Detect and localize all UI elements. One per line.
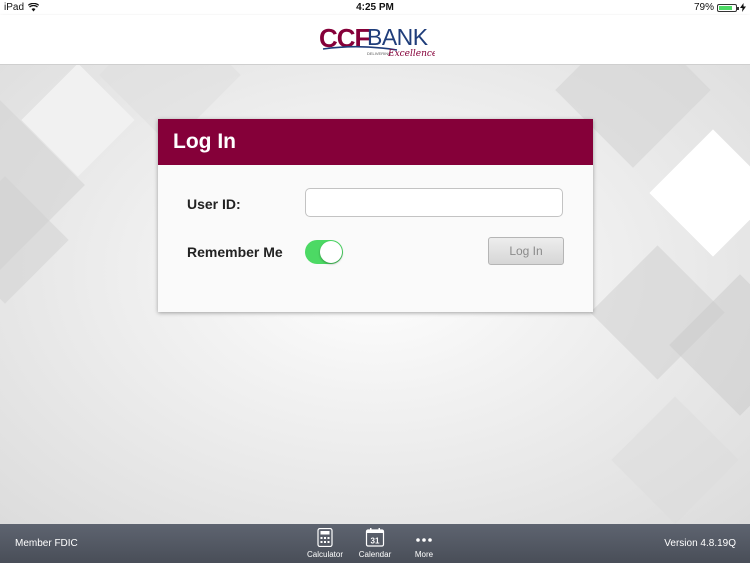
more-button[interactable]: More [401, 528, 447, 559]
ccf-bank-logo: CCF BANK DELIVERING Excellence [319, 23, 435, 59]
calendar-day: 31 [371, 537, 380, 546]
status-bar: iPad 4:25 PM 79% [0, 0, 750, 15]
bottom-toolbar: Member FDIC Calculator 31 Calendar More … [0, 524, 750, 563]
battery-icon [717, 3, 739, 12]
login-card: Log In User ID: Remember Me Log In [158, 119, 593, 312]
more-label: More [414, 550, 434, 559]
toggle-knob [320, 241, 342, 263]
user-id-label: User ID: [187, 196, 241, 212]
battery-fill [719, 5, 732, 10]
calculator-button[interactable]: Calculator [302, 527, 348, 559]
logo-tagline: Excellence [387, 49, 435, 59]
logo-bank: BANK [367, 24, 429, 50]
remember-me-label: Remember Me [187, 244, 283, 260]
battery-percent: 79% [693, 2, 714, 13]
charging-icon [740, 3, 746, 12]
version-label: Version 4.8.19Q [664, 538, 736, 549]
calendar-icon: 31 [365, 528, 385, 547]
calendar-button[interactable]: 31 Calendar [352, 528, 398, 559]
decor-diamond [649, 129, 750, 257]
calculator-icon [315, 527, 335, 548]
status-time: 4:25 PM [356, 2, 394, 13]
remember-me-toggle[interactable] [305, 240, 343, 264]
more-icon [414, 528, 434, 547]
login-button[interactable]: Log In [488, 237, 564, 265]
calculator-label: Calculator [306, 550, 343, 559]
login-card-title: Log In [158, 119, 593, 165]
app-header: CCF BANK DELIVERING Excellence [0, 15, 750, 65]
status-right: 79% [694, 2, 746, 13]
member-fdic-label: Member FDIC [15, 538, 78, 549]
user-id-input[interactable] [305, 188, 563, 217]
calendar-label: Calendar [358, 550, 392, 559]
decor-diamond [611, 396, 739, 524]
